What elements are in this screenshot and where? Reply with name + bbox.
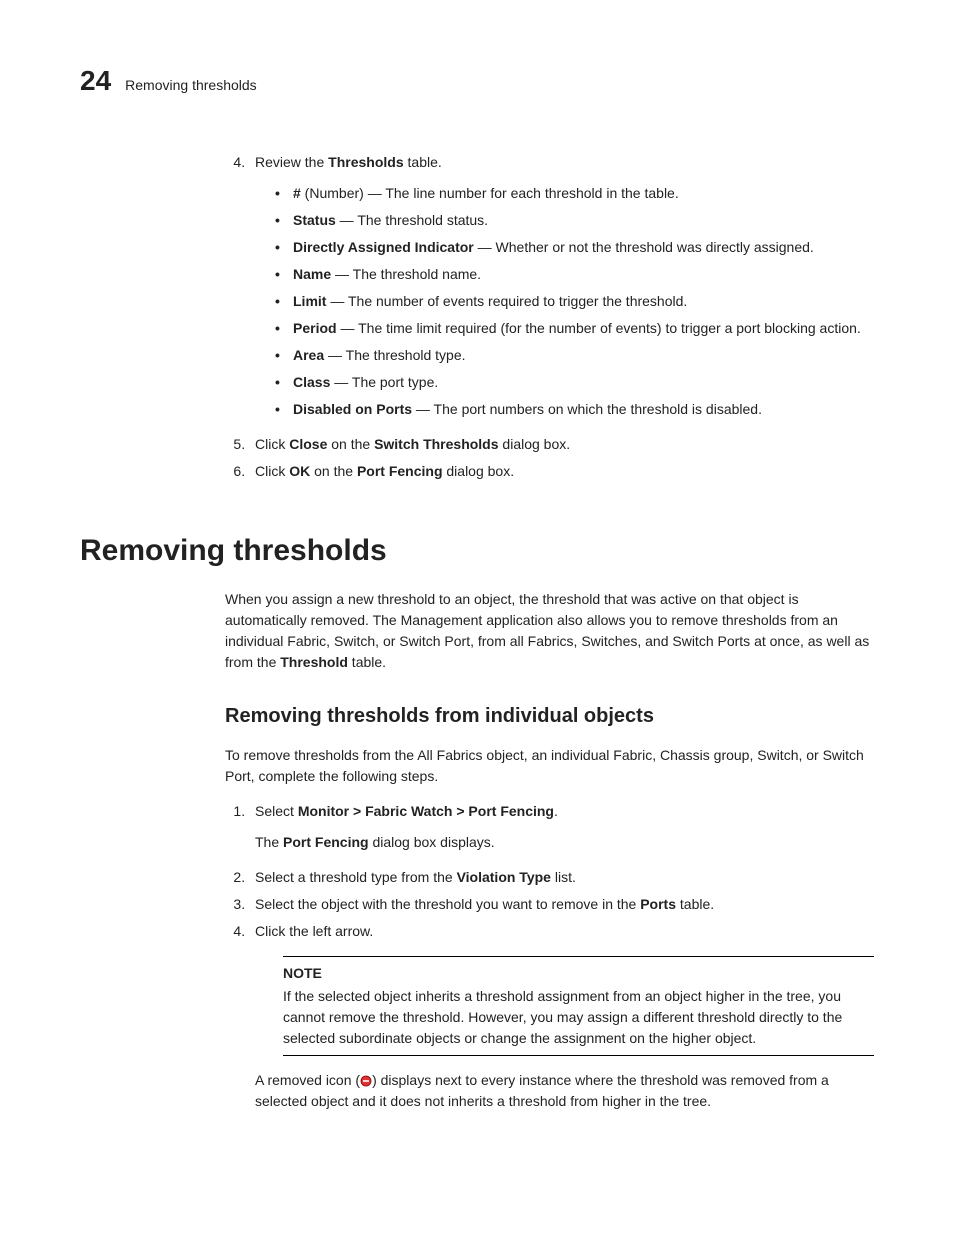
sub-step-4-text: Click the left arrow. — [255, 923, 373, 939]
bullet-limit: Limit — The number of events required to… — [293, 291, 874, 312]
sub-step-1-body-t2: dialog box displays. — [369, 834, 495, 850]
bullet-class-bold: Class — [293, 374, 330, 390]
sub-step-4: Click the left arrow. NOTE If the select… — [249, 921, 874, 1112]
sub-step-1-body-b1: Port Fencing — [283, 834, 369, 850]
bullet-name: Name — The threshold name. — [293, 264, 874, 285]
sub-step-2: Select a threshold type from the Violati… — [249, 867, 874, 888]
breadcrumb: Removing thresholds — [125, 75, 257, 96]
bullets-thresholds: # (Number) — The line number for each th… — [255, 183, 874, 420]
bullet-disabled-bold: Disabled on Ports — [293, 401, 412, 417]
removed-icon — [360, 1075, 372, 1087]
bullet-directly: Directly Assigned Indicator — Whether or… — [293, 237, 874, 258]
sub-step-1-t2: . — [554, 803, 558, 819]
bullet-period-rest: — The time limit required (for the numbe… — [337, 320, 861, 336]
step-4-text: Review the — [255, 154, 328, 170]
step-4-bold: Thresholds — [328, 154, 403, 170]
bullet-number: # (Number) — The line number for each th… — [293, 183, 874, 204]
section-intro-t2: table. — [348, 654, 386, 670]
section-intro-b1: Threshold — [280, 654, 348, 670]
bullet-name-rest: — The threshold name. — [331, 266, 481, 282]
step-6-b1: OK — [289, 463, 310, 479]
page: 24 Removing thresholds Review the Thresh… — [0, 0, 954, 1235]
step-5-b2: Switch Thresholds — [374, 436, 498, 452]
sub-step-2-b1: Violation Type — [457, 869, 551, 885]
bullet-area-bold: Area — [293, 347, 324, 363]
content-area: Review the Thresholds table. # (Number) … — [225, 152, 874, 1112]
bullet-area: Area — The threshold type. — [293, 345, 874, 366]
sub-step-1-body: The Port Fencing dialog box displays. — [255, 832, 874, 853]
step-5-b1: Close — [289, 436, 327, 452]
bullet-disabled: Disabled on Ports — The port numbers on … — [293, 399, 874, 420]
sub-step-2-t1: Select a threshold type from the — [255, 869, 457, 885]
bullet-status-rest: — The threshold status. — [336, 212, 488, 228]
sub-step-1: Select Monitor > Fabric Watch > Port Fen… — [249, 801, 874, 853]
bullet-status: Status — The threshold status. — [293, 210, 874, 231]
note-title: NOTE — [283, 963, 874, 984]
bullet-period-bold: Period — [293, 320, 337, 336]
step-6-b2: Port Fencing — [357, 463, 443, 479]
after-note-t1: A removed icon ( — [255, 1072, 360, 1088]
step-5-t3: dialog box. — [499, 436, 571, 452]
page-header: 24 Removing thresholds — [80, 60, 874, 102]
step-6-t2: on the — [310, 463, 357, 479]
bullet-limit-bold: Limit — [293, 293, 326, 309]
bullet-class: Class — The port type. — [293, 372, 874, 393]
bullet-directly-bold: Directly Assigned Indicator — [293, 239, 474, 255]
sub-step-1-t1: Select — [255, 803, 298, 819]
bullet-number-bold: # — [293, 185, 301, 201]
bullet-directly-rest: — Whether or not the threshold was direc… — [474, 239, 814, 255]
sub-step-1-body-t1: The — [255, 834, 283, 850]
step-4-suffix: table. — [404, 154, 442, 170]
bullet-limit-rest: — The number of events required to trigg… — [326, 293, 687, 309]
step-5: Click Close on the Switch Thresholds dia… — [249, 434, 874, 455]
subsection-intro: To remove thresholds from the All Fabric… — [225, 745, 874, 787]
sub-step-2-t2: list. — [551, 869, 576, 885]
step-4: Review the Thresholds table. # (Number) … — [249, 152, 874, 420]
bullet-disabled-rest: — The port numbers on which the threshol… — [412, 401, 762, 417]
sub-step-3-b1: Ports — [640, 896, 676, 912]
step-6: Click OK on the Port Fencing dialog box. — [249, 461, 874, 482]
step-5-t1: Click — [255, 436, 289, 452]
sub-step-3-t1: Select the object with the threshold you… — [255, 896, 640, 912]
subsection-steps: Select Monitor > Fabric Watch > Port Fen… — [225, 801, 874, 1112]
step-6-t1: Click — [255, 463, 289, 479]
bullet-class-rest: — The port type. — [330, 374, 438, 390]
section-title: Removing thresholds — [80, 528, 874, 573]
bullet-name-bold: Name — [293, 266, 331, 282]
sub-step-3-t2: table. — [676, 896, 714, 912]
note-box: NOTE If the selected object inherits a t… — [283, 956, 874, 1056]
bullet-number-rest: (Number) — The line number for each thre… — [301, 185, 679, 201]
subsection-title: Removing thresholds from individual obje… — [225, 701, 874, 731]
steps-continued: Review the Thresholds table. # (Number) … — [225, 152, 874, 482]
step-6-t3: dialog box. — [443, 463, 515, 479]
section-intro: When you assign a new threshold to an ob… — [225, 589, 874, 673]
bullet-area-rest: — The threshold type. — [324, 347, 465, 363]
chapter-number: 24 — [80, 60, 111, 102]
after-note-text: A removed icon () displays next to every… — [255, 1070, 874, 1112]
sub-step-1-b1: Monitor > Fabric Watch > Port Fencing — [298, 803, 554, 819]
bullet-period: Period — The time limit required (for th… — [293, 318, 874, 339]
sub-step-3: Select the object with the threshold you… — [249, 894, 874, 915]
bullet-status-bold: Status — [293, 212, 336, 228]
step-5-t2: on the — [327, 436, 374, 452]
note-body: If the selected object inherits a thresh… — [283, 986, 874, 1049]
